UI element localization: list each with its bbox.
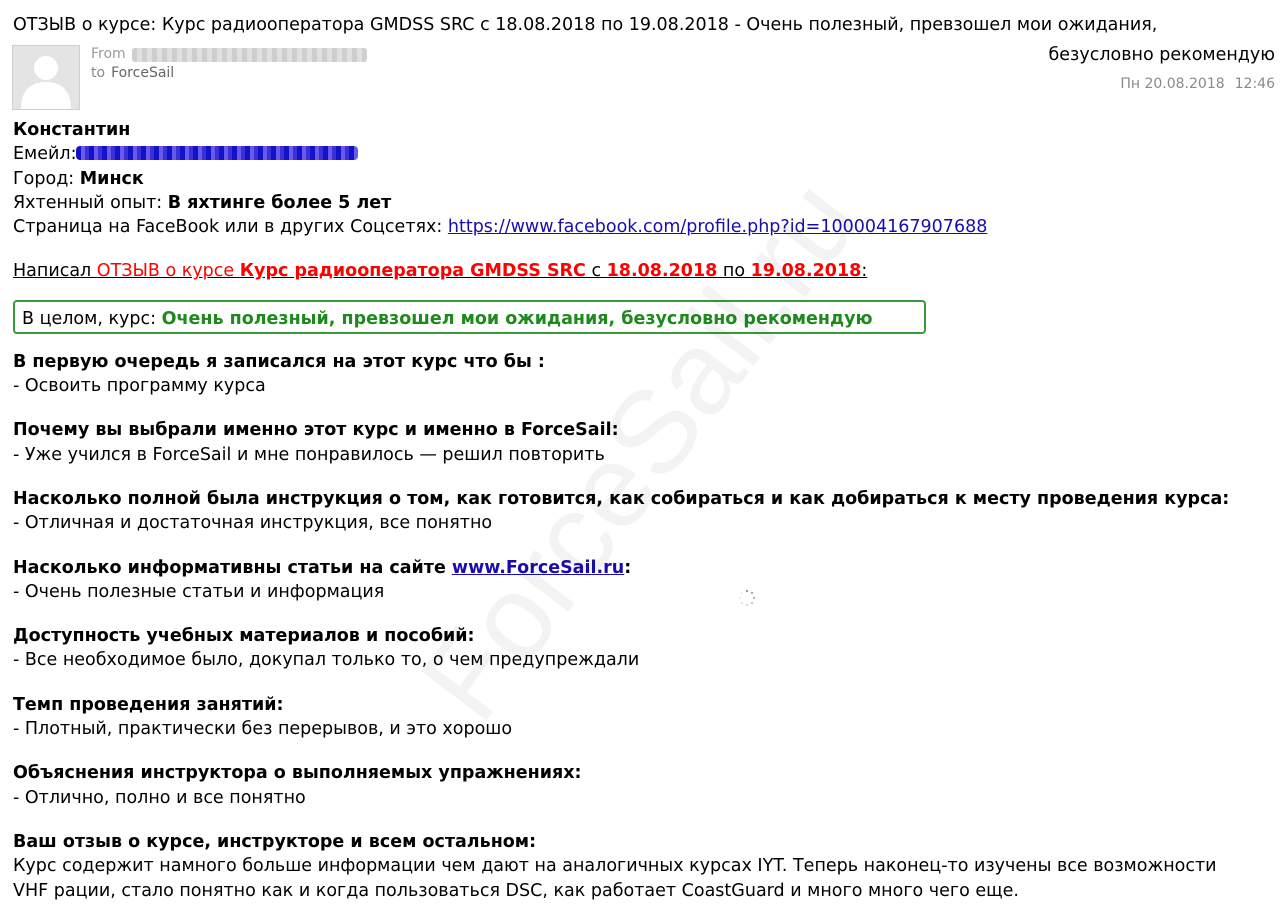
wrote-colon: : [861,261,868,282]
email-date: Пн 20.08.2018 12:46 [1120,76,1275,92]
question: Почему вы выбрали именно этот курс и име… [13,420,619,441]
qa-item: В первую очередь я записался на этот кур… [13,350,1275,399]
sender-block: From to ForceSail [91,45,367,83]
email-body: Константин Емейл: Город: Минск Яхтенный … [13,118,1275,903]
question: Насколько полной была инструкция о том, … [13,488,1230,509]
answer: - Отлично, полно и все понятно [13,787,306,808]
profile-city-row: Город: Минск [13,167,1275,191]
answer: Курс содержит намного больше информации … [13,856,1217,901]
question: Темп проведения занятий: [13,694,284,715]
qa-item: Насколько полной была инструкция о том, … [13,487,1275,536]
date-to: 19.08.2018 [750,261,862,282]
email-label: Емейл: [13,144,77,165]
question-suffix: : [624,557,632,578]
to-label: to [91,65,106,81]
from-word: с [585,261,607,282]
profile-name: Константин [13,120,131,140]
qa-item: Темп проведения занятий: - Плотный, прак… [13,693,1275,742]
loading-spinner-icon [738,589,756,607]
profile-email-row: Емейл: [13,142,1275,166]
answer: - Очень полезные статьи и информация [13,581,385,602]
facebook-link[interactable]: https://www.facebook.com/profile.php?id=… [448,217,987,237]
qa-item: Насколько информативны статьи на сайте w… [13,556,1275,605]
qa-item: Ваш отзыв о курсе, инструкторе и всем ос… [13,830,1275,903]
question: В первую очередь я записался на этот кур… [13,351,545,372]
review-word: ОТЗЫВ о курсе [96,261,240,282]
email-date-day: Пн 20.08.2018 [1120,76,1225,92]
to-word: по [717,261,751,282]
answer: - Уже учился в ForceSail и мне понравило… [13,444,605,465]
experience-value: В яхтинге более 5 лет [167,192,392,213]
qa-item: Доступность учебных материалов и пособий… [13,624,1275,673]
overall-rating-box: В целом, курс: Очень полезный, превзошел… [13,299,926,334]
forcesail-site-link[interactable]: www.ForceSail.ru [452,558,624,578]
city-value: Минск [79,168,144,189]
wrote-review-line: Написал ОТЗЫВ о курсе Курс радиооператор… [13,259,1275,283]
default-user-avatar-icon [12,45,80,110]
answer: - Плотный, практически без перерывов, и … [13,719,513,740]
question: Доступность учебных материалов и пособий… [13,626,475,647]
sender-address-redacted [131,48,367,62]
recipient-name[interactable]: ForceSail [111,64,174,83]
qa-item: Почему вы выбрали именно этот курс и име… [13,418,1275,467]
question: Объяснения инструктора о выполняемых упр… [13,763,582,784]
qa-item: Объяснения инструктора о выполняемых упр… [13,761,1275,810]
answer: - Освоить программу курса [13,376,266,397]
experience-label: Яхтенный опыт: [13,192,168,213]
subject-line-1: ОТЗЫВ о курсе: Курс радиооператора GMDSS… [13,15,1158,35]
date-from: 18.08.2018 [606,261,718,282]
answer: - Отличная и достаточная инструкция, все… [13,513,493,534]
question: Насколько информативны статьи на сайте w… [13,556,1275,580]
from-label: From [91,46,126,62]
overall-value: Очень полезный, превзошел мои ожидания, … [161,308,873,329]
question-prefix: Насколько информативны статьи на сайте [13,557,452,578]
answer: - Все необходимое было, докупал только т… [13,650,640,671]
city-label: Город: [13,168,80,189]
profile-social-row: Страница на FaceBook или в других Соцсет… [13,215,1275,239]
profile-experience-row: Яхтенный опыт: В яхтинге более 5 лет [13,191,1275,215]
wrote-prefix: Написал [13,261,97,282]
social-label: Страница на FaceBook или в других Соцсет… [13,217,448,238]
question: Ваш отзыв о курсе, инструкторе и всем ос… [13,831,537,852]
overall-label: В целом, курс: [22,308,162,329]
email-address-redacted[interactable] [76,146,359,161]
course-name: Курс радиооператора GMDSS SRC [239,261,586,282]
email-time: 12:46 [1234,76,1275,92]
